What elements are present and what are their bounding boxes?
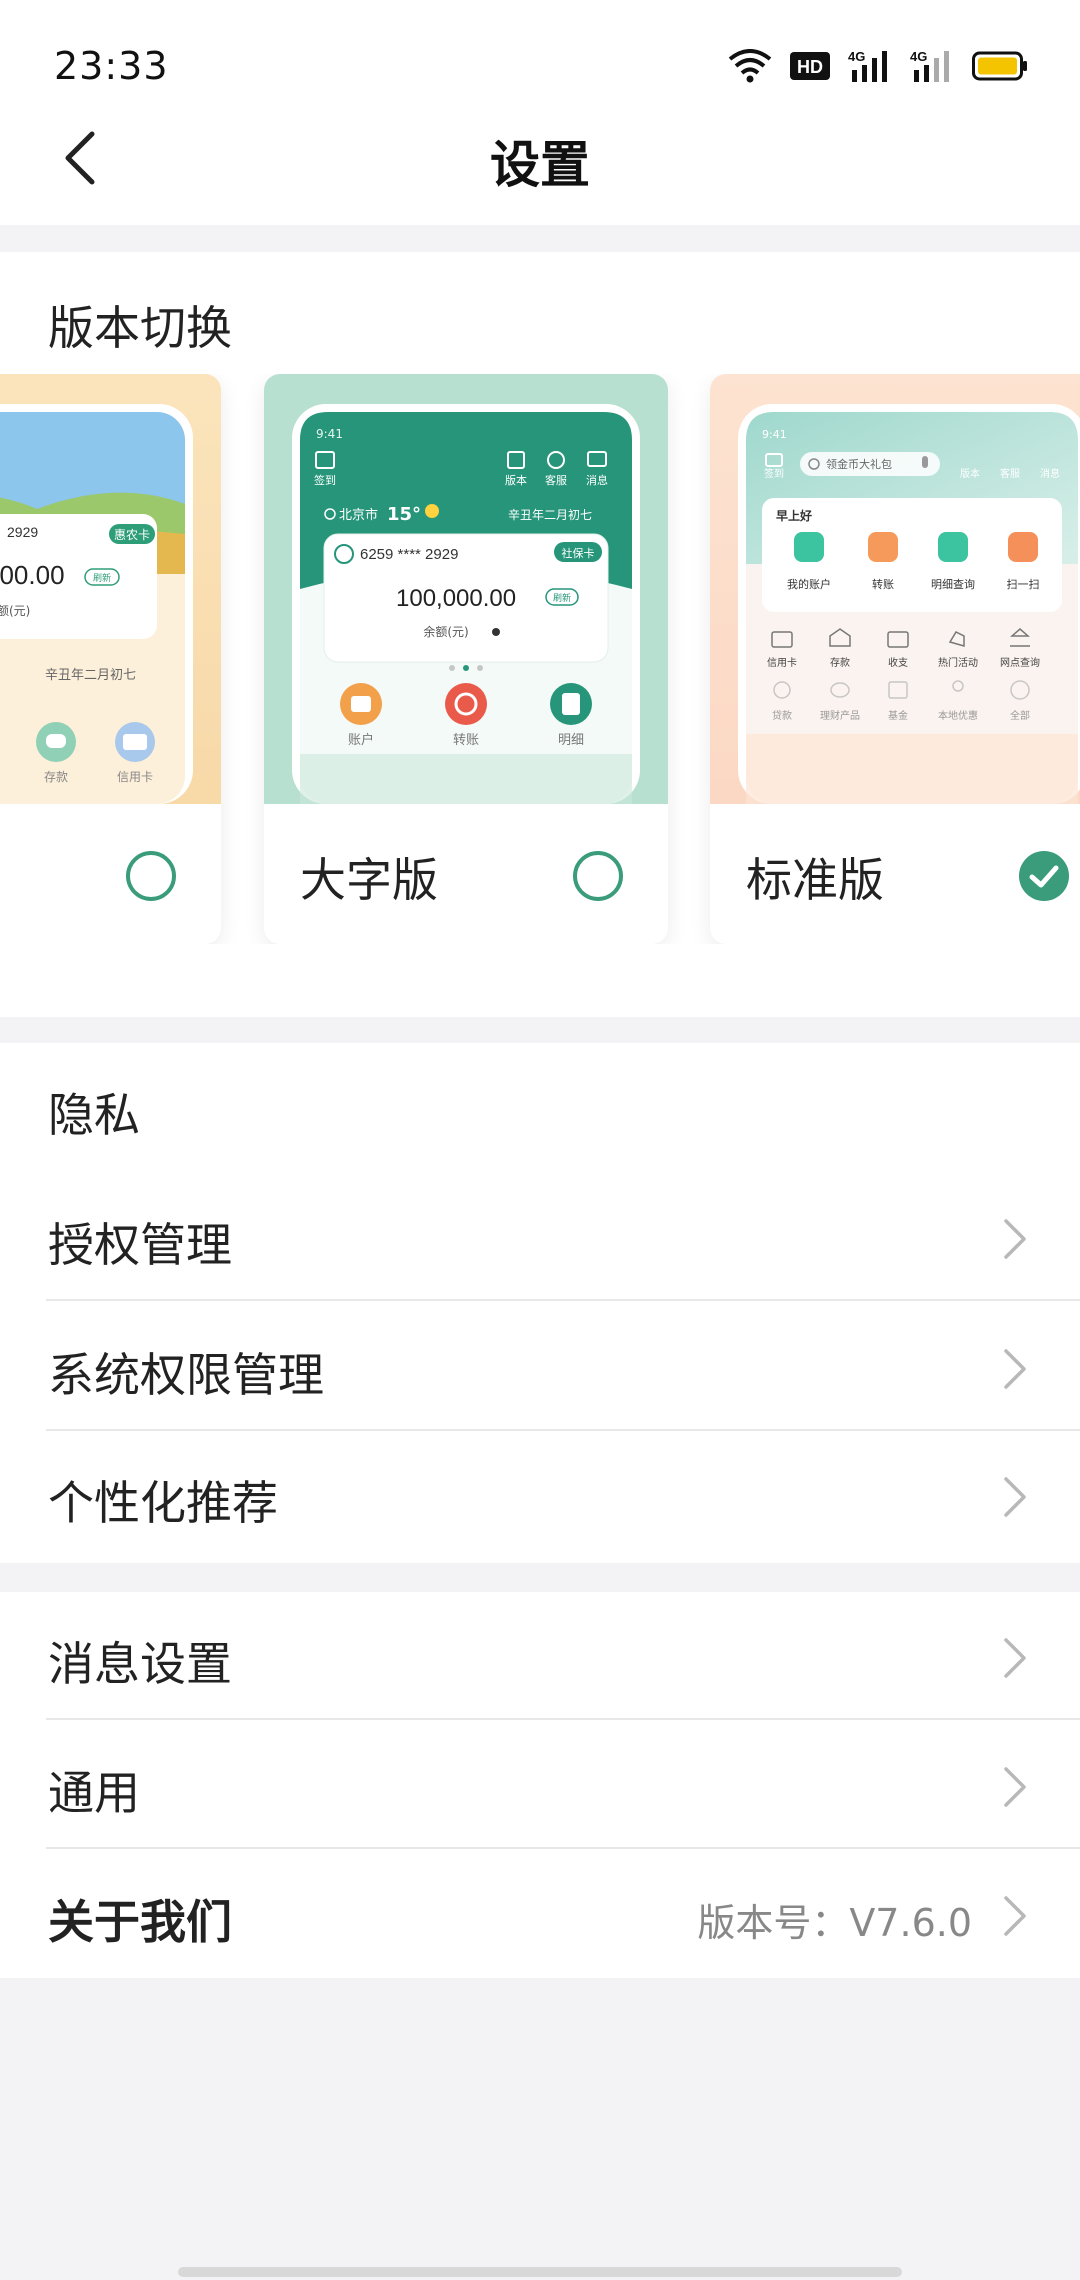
row-personalized-recommendation[interactable]: 个性化推荐	[0, 1431, 1080, 1559]
row-label: 个性化推荐	[48, 1467, 278, 1533]
large-balance: 余额(元)	[423, 624, 468, 639]
standard-message: 消息	[1040, 467, 1060, 480]
large-icon-label-2: 转账	[453, 733, 479, 748]
standard-service: 客服	[1000, 467, 1020, 480]
standard-greeting: 早上好	[776, 508, 812, 523]
large-font-preview-image: 9:41 签到 版本 客服 消息 北京市 15° 辛丑年二月初七 6259 **…	[264, 374, 668, 804]
large-message: 消息	[586, 473, 608, 487]
row-label: 系统权限管理	[48, 1339, 324, 1405]
standard-radio-checked[interactable]	[1018, 850, 1070, 902]
signal-4g-icon: 4G	[910, 48, 954, 84]
version-number-value: 版本号：V7.6.0	[697, 1892, 972, 1947]
hd-text: HD	[797, 57, 823, 77]
version-switch-section: 版本切换 2929 惠农卡 00	[0, 252, 1080, 1017]
standard-search: 领金币大礼包	[826, 457, 892, 471]
version-card-large-font[interactable]: 9:41 签到 版本 客服 消息 北京市 15° 辛丑年二月初七 6259 **…	[264, 374, 668, 944]
chevron-right-icon	[1000, 1347, 1030, 1391]
classic-account: 2929	[7, 524, 38, 540]
large-icon-label-1: 账户	[348, 732, 374, 748]
large-refresh: 刷新	[553, 592, 571, 604]
status-time: 23:33	[54, 44, 169, 88]
standard-grid-8: 基金	[888, 709, 908, 722]
large-amount: 100,000.00	[396, 585, 516, 612]
version-card-standard[interactable]: 9:41 签到 领金币大礼包 版本 客服 消息 早上好 我的账户 转账 明细查询	[710, 374, 1080, 944]
standard-grid-3: 收支	[888, 656, 908, 669]
large-font-label: 大字版	[300, 844, 438, 910]
row-label: 关于我们	[48, 1886, 232, 1952]
row-about-us[interactable]: 关于我们 版本号：V7.6.0	[0, 1850, 1080, 1978]
privacy-heading: 隐私	[48, 1079, 140, 1145]
net-text-2: 4G	[910, 49, 927, 64]
large-signin: 签到	[314, 473, 336, 487]
row-message-settings[interactable]: 消息设置	[0, 1592, 1080, 1720]
large-version: 版本	[505, 473, 527, 487]
standard-grid-5: 网点查询	[1000, 656, 1040, 669]
row-divider	[46, 1718, 1080, 1720]
privacy-section: 隐私 授权管理 系统权限管理 个性化推荐	[0, 1043, 1080, 1563]
large-font-radio[interactable]	[572, 850, 624, 902]
row-label: 通用	[48, 1757, 140, 1823]
chevron-right-icon	[1000, 1894, 1030, 1938]
row-label: 消息设置	[48, 1628, 232, 1694]
page-title: 设置	[0, 125, 1080, 197]
classic-icon-label-2: 信用卡	[117, 770, 153, 784]
large-temp: 15°	[387, 504, 421, 525]
classic-radio[interactable]	[125, 850, 177, 902]
version-card-classic[interactable]: 2929 惠农卡 000.00 刷新 额(元) 辛丑年二月初七 存款 信用卡	[0, 374, 221, 944]
row-authorization-management[interactable]: 授权管理	[0, 1173, 1080, 1301]
large-time: 9:41	[316, 427, 343, 441]
chevron-right-icon	[1000, 1475, 1030, 1519]
standard-quick-1: 我的账户	[787, 577, 831, 591]
signal-4g-icon: 4G	[848, 48, 892, 84]
wifi-icon	[728, 49, 772, 83]
standard-label: 标准版	[746, 844, 884, 910]
standard-quick-4: 扫一扫	[1007, 578, 1040, 591]
classic-date: 辛丑年二月初七	[45, 668, 136, 683]
standard-grid-7: 理财产品	[820, 709, 860, 722]
row-divider	[46, 1299, 1080, 1301]
classic-icon-label-1: 存款	[44, 770, 68, 784]
large-account: 6259 **** 2929	[360, 546, 458, 563]
general-section: 消息设置 通用 关于我们 版本号：V7.6.0	[0, 1592, 1080, 1978]
large-service: 客服	[545, 473, 567, 487]
classic-refresh: 刷新	[93, 572, 111, 584]
standard-grid-10: 全部	[1010, 709, 1030, 722]
standard-quick-2: 转账	[872, 577, 894, 591]
status-icons: HD 4G 4G	[728, 44, 1028, 88]
standard-preview-image: 9:41 签到 领金币大礼包 版本 客服 消息 早上好 我的账户 转账 明细查询	[710, 374, 1080, 804]
large-date: 辛丑年二月初七	[508, 508, 592, 522]
classic-badge: 惠农卡	[114, 528, 150, 542]
standard-signin: 签到	[764, 467, 784, 480]
standard-time: 9:41	[762, 428, 787, 441]
standard-grid-2: 存款	[830, 656, 850, 669]
standard-quick-3: 明细查询	[931, 577, 975, 591]
row-label: 授权管理	[48, 1209, 232, 1275]
standard-grid-1: 信用卡	[767, 656, 797, 669]
net-text-1: 4G	[848, 49, 865, 64]
standard-grid-6: 贷款	[772, 709, 792, 722]
version-switch-heading: 版本切换	[48, 292, 232, 358]
chevron-right-icon	[1000, 1636, 1030, 1680]
row-divider	[46, 1847, 1080, 1849]
standard-grid-4: 热门活动	[938, 656, 978, 669]
home-indicator[interactable]	[178, 2267, 902, 2277]
standard-version: 版本	[960, 467, 980, 480]
row-general[interactable]: 通用	[0, 1721, 1080, 1849]
chevron-right-icon	[1000, 1217, 1030, 1261]
large-city: 北京市	[339, 507, 378, 523]
battery-icon	[972, 51, 1028, 81]
classic-amount: 000.00	[0, 560, 65, 590]
classic-preview-image: 2929 惠农卡 000.00 刷新 额(元) 辛丑年二月初七 存款 信用卡	[0, 374, 221, 804]
standard-grid-9: 本地优惠	[938, 709, 978, 722]
nav-bar: 设置	[0, 95, 1080, 225]
row-system-permission-management[interactable]: 系统权限管理	[0, 1303, 1080, 1431]
hd-icon: HD	[790, 50, 830, 82]
large-badge: 社保卡	[562, 546, 595, 560]
classic-balance: 额(元)	[0, 604, 30, 618]
chevron-right-icon	[1000, 1765, 1030, 1809]
large-icon-label-3: 明细	[558, 733, 584, 748]
version-cards-strip[interactable]: 2929 惠农卡 000.00 刷新 额(元) 辛丑年二月初七 存款 信用卡	[0, 374, 1080, 944]
